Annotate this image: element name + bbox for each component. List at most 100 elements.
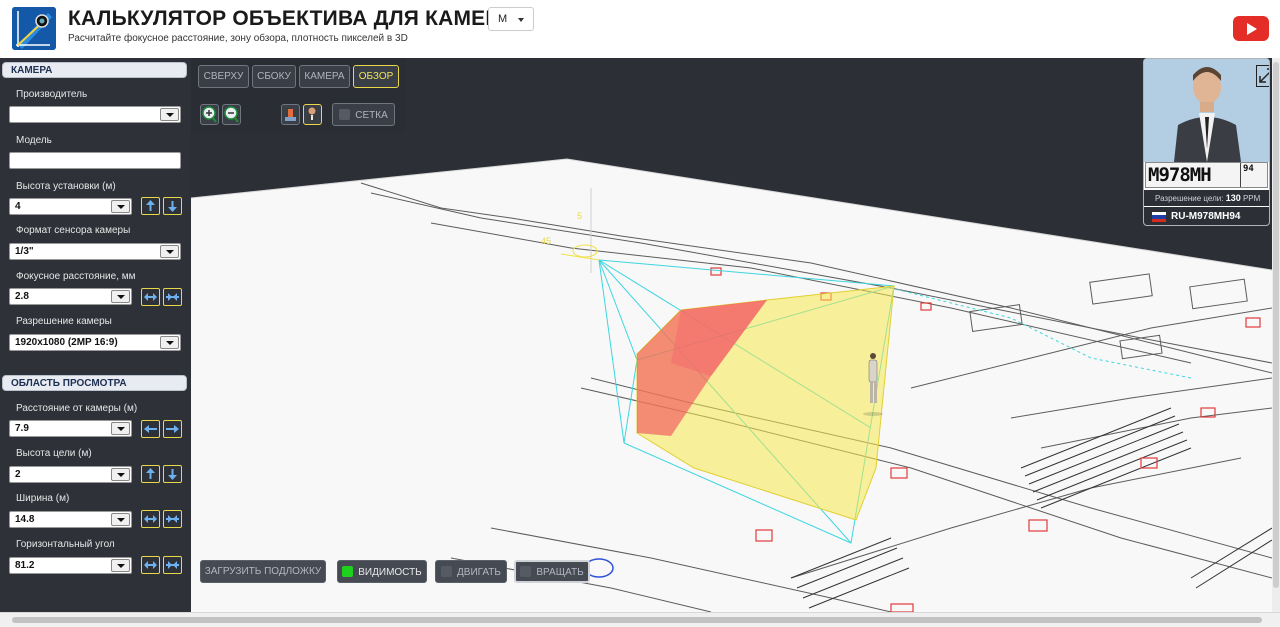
target-resolution-unit: PPM — [1242, 194, 1261, 203]
move-toggle-button[interactable]: ДВИГАТЬ — [435, 560, 507, 583]
chevron-down-icon — [111, 513, 130, 526]
plate-id-row: RU-M978MH94 — [1144, 207, 1269, 225]
target-resolution-row: Разрешение цели: 130 PPM — [1144, 190, 1269, 206]
plate-id-text: RU-M978MH94 — [1171, 211, 1241, 222]
model-input[interactable] — [9, 152, 181, 169]
zoom-in-icon — [202, 106, 217, 123]
view-toolbar: СВЕРХУ СБОКУ КАМЕРА ОБЗОР СЕТКА — [191, 58, 406, 132]
app-logo[interactable] — [12, 7, 56, 50]
plate-region-text: 94 — [1243, 164, 1254, 174]
focal-length-select[interactable]: 2.8 — [9, 288, 132, 305]
rotate-toggle-button[interactable]: ВРАЩАТЬ — [514, 560, 590, 583]
youtube-button[interactable] — [1233, 16, 1269, 41]
settings-panel: КАМЕРА Производитель Модель Высота устан… — [0, 58, 191, 612]
camera-section-header[interactable]: КАМЕРА — [2, 62, 187, 78]
width-select[interactable]: 14.8 — [9, 511, 132, 528]
distance-select[interactable]: 7.9 — [9, 420, 132, 437]
plate-number-text: M978MH — [1148, 164, 1212, 186]
angle-narrow-button[interactable] — [163, 556, 182, 574]
view-top-button[interactable]: СВЕРХУ — [198, 65, 249, 88]
russia-flag-icon — [1152, 212, 1166, 222]
chevron-down-icon — [111, 422, 130, 435]
target-height-select[interactable]: 2 — [9, 466, 132, 483]
chevron-down-icon — [111, 200, 130, 213]
manufacturer-label: Производитель — [16, 89, 88, 100]
target-preview-card: M978MH 94 Разрешение цели: 130 PPM RU-M9… — [1143, 58, 1270, 226]
width-value: 14.8 — [15, 514, 35, 525]
horizontal-scrollbar-thumb[interactable] — [12, 617, 1262, 623]
model-label: Модель — [16, 135, 52, 146]
distance-label: Расстояние от камеры (м) — [16, 403, 138, 414]
target-height-label: Высота цели (м) — [16, 448, 92, 459]
focal-widen-button[interactable] — [141, 288, 160, 306]
height-down-button[interactable] — [163, 197, 182, 215]
height-up-button[interactable] — [141, 197, 160, 215]
camera-model-toggle[interactable] — [281, 104, 300, 125]
expand-preview-button[interactable] — [1256, 65, 1269, 87]
camera-resolution-label: Разрешение камеры — [16, 316, 112, 327]
person-portrait — [1144, 59, 1269, 162]
horizontal-scrollbar[interactable] — [0, 612, 1280, 627]
arrow-down-icon — [168, 201, 177, 212]
arrows-collapse-icon — [166, 515, 179, 523]
target-photo — [1144, 59, 1269, 162]
angle-widen-button[interactable] — [141, 556, 160, 574]
camera-height-label: 5 — [577, 211, 582, 221]
person-icon — [308, 107, 316, 122]
horizontal-angle-select[interactable]: 81.2 — [9, 557, 132, 574]
expand-icon — [1259, 68, 1269, 83]
visibility-checkbox — [342, 566, 354, 577]
chevron-down-icon — [518, 18, 524, 22]
sensor-format-select[interactable]: 1/3" — [9, 243, 181, 260]
grid-toggle-button[interactable]: СЕТКА — [332, 103, 395, 126]
3d-viewport[interactable]: 5 45 СВЕРХУ СБОКУ КАМЕРА ОБЗОР СЕТКА ЗАГ… — [191, 58, 1272, 612]
plate-divider — [1240, 163, 1241, 187]
arrow-down-icon — [168, 469, 177, 480]
arrows-expand-icon — [144, 561, 157, 569]
chevron-down-icon — [160, 245, 179, 258]
focal-length-value: 2.8 — [15, 291, 29, 302]
chevron-down-icon — [111, 559, 130, 572]
chevron-down-icon — [160, 108, 179, 121]
arrow-up-icon — [146, 200, 155, 211]
focal-narrow-button[interactable] — [163, 288, 182, 306]
mount-height-value: 4 — [15, 201, 21, 212]
grid-label: СЕТКА — [355, 110, 388, 121]
visibility-toggle-button[interactable]: ВИДИМОСТЬ — [337, 560, 427, 583]
width-expand-button[interactable] — [141, 510, 160, 528]
mount-height-label: Высота установки (м) — [16, 181, 116, 192]
units-dropdown[interactable]: M — [488, 7, 534, 31]
camera-resolution-select[interactable]: 1920x1080 (2MP 16:9) — [9, 334, 181, 351]
arrows-collapse-icon — [166, 561, 179, 569]
zoom-out-button[interactable] — [222, 104, 241, 125]
page-subtitle: Расчитайте фокусное расстояние, зону обз… — [68, 33, 408, 44]
camera-figure-icon — [285, 109, 296, 121]
target-height-down-button[interactable] — [163, 465, 182, 483]
vertical-scrollbar[interactable] — [1272, 58, 1280, 612]
rotate-checkbox — [520, 566, 532, 577]
target-height-up-button[interactable] — [141, 465, 160, 483]
distance-decrease-button[interactable] — [141, 420, 160, 438]
width-collapse-button[interactable] — [163, 510, 182, 528]
chevron-down-icon — [160, 336, 179, 349]
scene-canvas[interactable]: 5 45 — [191, 58, 1272, 612]
distance-increase-button[interactable] — [163, 420, 182, 438]
grid-checkbox — [339, 109, 351, 120]
arrow-right-icon — [166, 425, 179, 433]
manufacturer-select[interactable] — [9, 106, 181, 123]
view-side-button[interactable]: СБОКУ — [252, 65, 296, 88]
view-camera-button[interactable]: КАМЕРА — [299, 65, 350, 88]
view-overview-button[interactable]: ОБЗОР — [353, 65, 399, 88]
target-height-value: 2 — [15, 469, 21, 480]
view-area-section-header[interactable]: ОБЛАСТЬ ПРОСМОТРА — [2, 375, 187, 391]
vertical-scrollbar-thumb[interactable] — [1273, 62, 1279, 588]
page-title: КАЛЬКУЛЯТОР ОБЪЕКТИВА ДЛЯ КАМЕР — [68, 7, 500, 30]
mount-height-select[interactable]: 4 — [9, 198, 132, 215]
zoom-out-icon — [224, 106, 239, 123]
horizontal-angle-value: 81.2 — [15, 560, 35, 571]
width-label: Ширина (м) — [16, 493, 70, 504]
logo-icon — [12, 7, 56, 50]
load-background-button[interactable]: ЗАГРУЗИТЬ ПОДЛОЖКУ — [200, 560, 326, 583]
zoom-in-button[interactable] — [200, 104, 219, 125]
person-model-toggle[interactable] — [303, 104, 322, 125]
